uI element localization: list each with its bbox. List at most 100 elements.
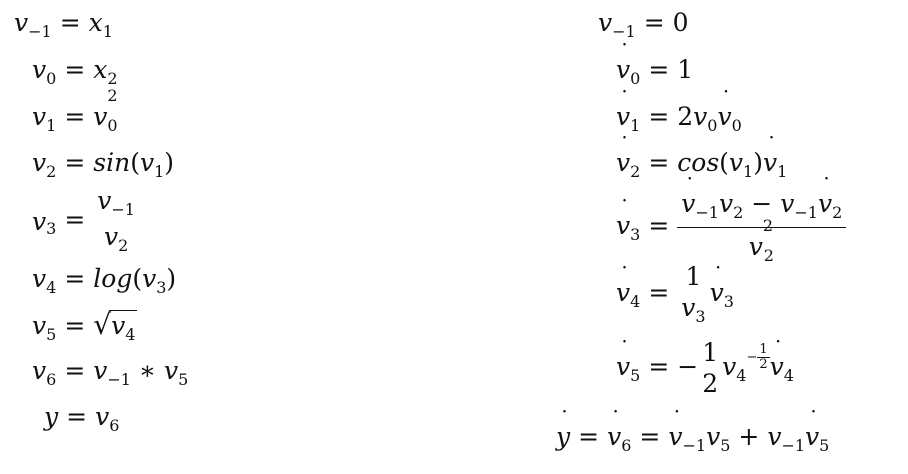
- var-dot: y: [556, 410, 570, 449]
- var-dot: v: [616, 266, 630, 305]
- function-name: sin: [93, 148, 131, 177]
- equals: =: [648, 55, 670, 84]
- var: v: [706, 422, 721, 451]
- left-eq-7: v6 = v−1 ∗ v5: [32, 358, 188, 388]
- var: v: [748, 232, 763, 261]
- equals: =: [643, 8, 665, 37]
- var: v: [718, 189, 734, 218]
- var: v: [142, 264, 157, 293]
- fraction: 12: [698, 340, 722, 396]
- var-dot: v: [616, 90, 630, 129]
- subscript: 4: [46, 278, 57, 297]
- subscript: 1: [743, 162, 754, 181]
- subscript: 0: [707, 116, 718, 135]
- subscript: 2: [118, 236, 129, 255]
- plus-operator: +: [738, 422, 760, 451]
- equals: =: [64, 264, 86, 293]
- equals: =: [64, 102, 86, 131]
- subscript: 1: [46, 116, 57, 135]
- right-eq-2: v1=2v0v0: [616, 90, 742, 135]
- subscript: −1: [107, 370, 131, 389]
- var-dot: v: [616, 43, 630, 82]
- var: v: [32, 148, 47, 177]
- negative-sign: −: [677, 351, 699, 381]
- right-eq-6: v5=−12v4−12v4: [616, 340, 794, 397]
- left-eq-1: v0 = x2: [32, 57, 118, 87]
- subscript: 4: [783, 365, 794, 385]
- var-dot: v: [710, 266, 724, 305]
- exp-numerator: 1: [757, 341, 770, 358]
- denominator: 2: [702, 369, 719, 398]
- subscript: 3: [156, 278, 167, 297]
- minus-operator: −: [751, 189, 773, 218]
- left-eq-4: v3 = v−1 v2: [32, 188, 139, 254]
- var: v: [32, 311, 47, 340]
- right-eq-0: v−1 =0: [598, 0, 689, 40]
- var: y: [44, 402, 59, 431]
- square-root: √v4: [93, 308, 138, 344]
- subscript: 3: [695, 307, 706, 326]
- var: v: [722, 351, 737, 381]
- var: v: [95, 402, 110, 431]
- subscript: 0: [731, 116, 742, 135]
- exp-denominator: 2: [759, 356, 768, 372]
- left-eq-3: v2 = sin(v1): [32, 148, 175, 181]
- value: 1: [677, 55, 694, 84]
- subscript: 5: [720, 436, 731, 455]
- equals: =: [648, 211, 670, 240]
- fraction: v−1 v2: [93, 188, 139, 254]
- superscript: 2: [762, 216, 774, 235]
- var-dot: v: [770, 340, 784, 379]
- subscript: 1: [102, 22, 113, 41]
- subscript: 0: [107, 116, 118, 135]
- var: v: [93, 356, 108, 385]
- var: v: [32, 55, 47, 84]
- subscript: −1: [28, 22, 52, 41]
- subscript: 3: [630, 225, 641, 244]
- var: v: [93, 102, 108, 131]
- subscript: 5: [46, 325, 57, 344]
- var: v: [32, 356, 47, 385]
- equals: =: [648, 278, 670, 307]
- subscript: 6: [621, 436, 632, 455]
- equals: =: [64, 356, 86, 385]
- var: v: [111, 311, 126, 340]
- var: v: [97, 186, 112, 215]
- equals: =: [648, 148, 670, 177]
- var: x: [88, 8, 103, 37]
- equals: =: [59, 8, 81, 37]
- subscript: 6: [46, 370, 57, 389]
- fraction: 1 v3: [677, 264, 709, 325]
- numerator: 1: [685, 262, 702, 291]
- var: v: [32, 264, 47, 293]
- left-eq-0: v−1 = x1: [14, 10, 113, 40]
- var-dot: v: [717, 90, 731, 129]
- left-eq-5: v4 = log(v3): [32, 264, 177, 297]
- subscript: −1: [682, 436, 707, 455]
- subscript: 6: [109, 416, 120, 435]
- subscript: 4: [630, 292, 641, 311]
- equals: =: [648, 102, 670, 131]
- subscript: 2: [733, 203, 744, 222]
- right-eq-7: y=v6=v−1v5+v−1v5: [556, 410, 830, 455]
- subscript: −1: [111, 200, 135, 219]
- subscript: −1: [781, 436, 806, 455]
- superscript: 2: [107, 86, 118, 105]
- var: x: [93, 55, 108, 84]
- subscript: −1: [695, 203, 719, 222]
- subscript: 2: [107, 69, 118, 88]
- var-dot: v: [668, 410, 682, 449]
- subscript: 1: [630, 116, 641, 135]
- equals: =: [648, 351, 670, 381]
- numerator: 1: [702, 338, 719, 367]
- subscript: 1: [154, 162, 165, 181]
- subscript: 5: [819, 436, 830, 455]
- var-dot: v: [818, 177, 832, 216]
- left-eq-8: y = v6: [44, 404, 119, 434]
- subscript: 5: [630, 365, 641, 385]
- coefficient: 2: [677, 102, 694, 131]
- subscript: −1: [794, 203, 818, 222]
- right-eq-4: v3=v−1v2−v−1v2v22: [616, 177, 847, 264]
- function-name: cos: [677, 148, 720, 177]
- subscript: 3: [46, 218, 57, 238]
